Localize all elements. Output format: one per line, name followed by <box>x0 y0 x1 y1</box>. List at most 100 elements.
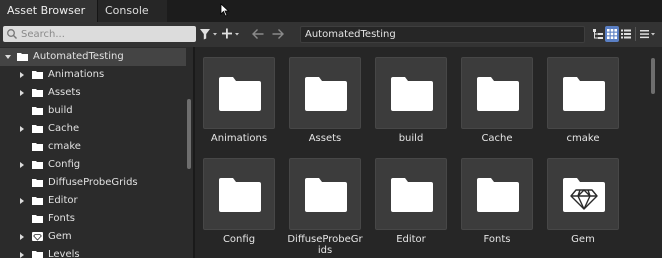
tree-view-icon <box>593 29 603 39</box>
tree-item-root[interactable]: AutomatedTesting <box>0 48 186 66</box>
tree-item-animations[interactable]: Animations <box>0 66 186 84</box>
asset-tile[interactable] <box>203 57 275 129</box>
asset-grid: Animations Assets build Cache cmake Config Dif… <box>195 47 662 258</box>
options-menu-button[interactable] <box>639 26 657 42</box>
folder-icon <box>219 77 261 111</box>
tree-item-build[interactable]: build <box>0 102 186 120</box>
tree-scrollbar[interactable] <box>187 99 191 169</box>
arrow-left-icon <box>252 29 264 39</box>
asset-tile-label: Animations <box>210 133 268 144</box>
tree-item-cache[interactable]: Cache <box>0 120 186 138</box>
grid-view-button[interactable] <box>605 26 619 42</box>
asset-tile[interactable] <box>547 158 619 230</box>
tree-item-label: Editor <box>48 195 78 206</box>
tree-item-diffuseprobegrids[interactable]: DiffuseProbeGrids <box>0 174 186 192</box>
chevron-down-icon[interactable] <box>3 48 13 66</box>
asset-tile[interactable] <box>203 158 275 230</box>
plus-icon <box>222 28 239 39</box>
asset-tile[interactable] <box>461 158 533 230</box>
gem-icon <box>32 232 43 241</box>
filter-icon <box>200 29 217 40</box>
filter-button[interactable] <box>199 26 219 42</box>
folder-icon <box>477 77 519 111</box>
tree-view-button[interactable] <box>591 26 605 42</box>
asset-tile[interactable] <box>289 57 361 129</box>
asset-tile-label: Config <box>222 234 256 245</box>
tree-item-label: Assets <box>48 87 81 98</box>
folder-icon <box>32 197 43 205</box>
folder-icon <box>32 71 43 79</box>
add-button[interactable] <box>221 26 241 42</box>
chevron-right-icon[interactable] <box>17 246 27 258</box>
folder-icon <box>17 53 28 61</box>
asset-tile[interactable] <box>375 57 447 129</box>
asset-tile-label: Editor <box>396 234 426 245</box>
asset-tile[interactable] <box>461 57 533 129</box>
tree-item-cmake[interactable]: cmake <box>0 138 186 156</box>
tree-item-label: Gem <box>48 231 72 242</box>
chevron-right-icon[interactable] <box>17 66 27 84</box>
hamburger-menu-icon <box>640 30 655 39</box>
chevron-right-icon[interactable] <box>17 156 27 174</box>
asset-tile-label: Fonts <box>483 234 511 245</box>
folder-icon <box>305 77 347 111</box>
toolbar: AutomatedTesting <box>0 22 662 47</box>
folder-icon <box>219 178 261 212</box>
mouse-cursor-icon <box>220 3 230 17</box>
folder-icon <box>32 161 43 169</box>
folder-icon <box>477 178 519 212</box>
tree-item-label: Cache <box>48 123 80 134</box>
folder-icon <box>32 215 43 223</box>
tree-item-label: Levels <box>48 249 80 258</box>
back-button[interactable] <box>250 26 266 42</box>
chevron-right-icon[interactable] <box>17 84 27 102</box>
tree-item-fonts[interactable]: Fonts <box>0 210 186 228</box>
asset-tile-label: DiffuseProbeGr ids <box>287 234 363 256</box>
asset-tile-label: Assets <box>308 133 342 144</box>
folder-icon <box>391 178 433 212</box>
tree-item-label: DiffuseProbeGrids <box>48 177 138 188</box>
tree-item-config[interactable]: Config <box>0 156 186 174</box>
chevron-right-icon[interactable] <box>17 228 27 246</box>
arrow-right-icon <box>272 29 284 39</box>
folder-icon <box>391 77 433 111</box>
grid-scrollbar[interactable] <box>651 58 655 94</box>
tree-item-editor[interactable]: Editor <box>0 192 186 210</box>
chevron-right-icon[interactable] <box>17 192 27 210</box>
grid-view-icon <box>607 29 617 39</box>
asset-tile[interactable] <box>289 158 361 230</box>
toolbar-divider <box>635 27 636 41</box>
search-icon <box>7 29 17 39</box>
folder-icon <box>32 251 43 258</box>
list-view-button[interactable] <box>619 26 633 42</box>
folder-tree: AutomatedTesting Animations Assets build Ca… <box>0 47 193 258</box>
asset-tile[interactable] <box>547 57 619 129</box>
search-input[interactable] <box>21 26 191 42</box>
tree-item-label: build <box>48 105 73 116</box>
folder-icon <box>305 178 347 212</box>
path-breadcrumb[interactable]: AutomatedTesting <box>300 26 585 43</box>
folder-icon <box>32 179 43 187</box>
forward-button[interactable] <box>270 26 286 42</box>
tab-console[interactable]: Console <box>97 0 167 22</box>
folder-icon <box>32 107 43 115</box>
tree-item-assets[interactable]: Assets <box>0 84 186 102</box>
tree-item-label: cmake <box>48 141 81 152</box>
tree-item-label: Fonts <box>48 213 75 224</box>
tree-item-levels[interactable]: Levels <box>0 246 186 258</box>
search-box[interactable] <box>3 26 196 42</box>
asset-tile-label: Cache <box>481 133 513 144</box>
asset-tile[interactable] <box>375 158 447 230</box>
tree-item-label: Animations <box>48 69 105 80</box>
folder-icon <box>563 77 605 111</box>
asset-tile-label: Gem <box>571 234 595 245</box>
tab-asset-browser[interactable]: Asset Browser <box>0 0 97 22</box>
chevron-right-icon[interactable] <box>17 120 27 138</box>
folder-icon <box>32 125 43 133</box>
tree-item-gem[interactable]: Gem <box>0 228 186 246</box>
tree-item-label: AutomatedTesting <box>33 51 124 62</box>
list-view-icon <box>621 29 631 39</box>
tab-bar: Asset Browser Console <box>0 0 662 22</box>
tree-item-label: Config <box>48 159 81 170</box>
folder-icon <box>32 89 43 97</box>
